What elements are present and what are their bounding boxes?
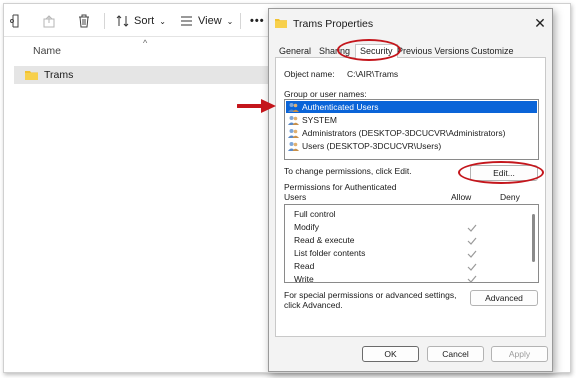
change-permissions-hint: To change permissions, click Edit. [284, 166, 412, 176]
chevron-down-icon: ⌄ [159, 16, 166, 26]
sort-button[interactable]: Sort ⌄ [116, 12, 166, 30]
tab-customize[interactable]: Customize [471, 46, 514, 56]
permissions-for-label: Permissions for Authenticated [284, 182, 397, 192]
object-name-value: C:\AIR\Trams [347, 69, 399, 79]
allow-check-icon [467, 224, 477, 232]
cancel-button[interactable]: Cancel [427, 346, 484, 362]
user-name: Users (DESKTOP-3DCUCVR\Users) [302, 141, 442, 151]
column-header-name[interactable]: Name [33, 45, 61, 57]
list-item-users[interactable]: Users (DESKTOP-3DCUCVR\Users) [286, 140, 537, 152]
permission-write: Write [294, 274, 314, 284]
close-button[interactable]: ✕ [531, 14, 549, 32]
users-group-icon [288, 129, 299, 138]
users-group-icon [288, 103, 299, 112]
file-row[interactable]: Trams [14, 66, 272, 84]
folder-icon [275, 19, 287, 28]
scrollbar-thumb[interactable] [532, 214, 535, 262]
advanced-button[interactable]: Advanced [470, 290, 538, 306]
toolbar-separator [240, 13, 241, 29]
copy-path-icon[interactable] [10, 12, 20, 30]
annotation-circle-edit-button [458, 161, 544, 184]
deny-column-header: Deny [500, 192, 520, 202]
users-group-icon [288, 142, 299, 151]
list-item-administrators[interactable]: Administrators (DESKTOP-3DCUCVR\Administ… [286, 127, 537, 139]
list-item-authenticated-users[interactable]: Authenticated Users [286, 101, 537, 113]
folder-name: Trams [44, 69, 74, 81]
annotation-circle-security-tab [337, 39, 401, 61]
permission-read-execute: Read & execute [294, 235, 355, 245]
tab-general[interactable]: General [279, 46, 311, 56]
user-name: Administrators (DESKTOP-3DCUCVR\Administ… [302, 128, 506, 138]
more-options-button[interactable]: ••• [250, 12, 265, 30]
annotation-arrow-icon [237, 99, 276, 113]
special-permissions-text: For special permissions or advanced sett… [284, 290, 457, 300]
group-user-names-label: Group or user names: [284, 89, 367, 99]
users-group-icon [288, 116, 299, 125]
share-icon[interactable] [42, 12, 56, 30]
view-button[interactable]: View ⌄ [180, 12, 233, 30]
view-label: View [198, 15, 222, 27]
object-name-label: Object name: [284, 69, 335, 79]
sort-ascending-icon: ^ [143, 38, 148, 48]
user-name: SYSTEM [302, 115, 337, 125]
allow-check-icon [467, 263, 477, 271]
dialog-titlebar[interactable]: Trams Properties ✕ [269, 9, 552, 37]
sort-label: Sort [134, 15, 155, 27]
permission-read: Read [294, 261, 315, 271]
allow-check-icon [467, 275, 477, 283]
screenshot-frame: Sort ⌄ View ⌄ ••• ^ Name Trams Trams Pro… [0, 0, 576, 378]
permission-full-control: Full control [294, 209, 336, 219]
properties-dialog: Trams Properties ✕ General Sharing Secur… [268, 8, 553, 372]
dialog-title: Trams Properties [293, 18, 374, 30]
list-item-system[interactable]: SYSTEM [286, 114, 537, 126]
user-name: Authenticated Users [302, 102, 379, 112]
delete-icon[interactable] [78, 12, 90, 30]
tab-previous-versions[interactable]: Previous Versions [397, 46, 469, 56]
special-permissions-text-2: click Advanced. [284, 300, 343, 310]
allow-check-icon [467, 237, 477, 245]
allow-column-header: Allow [451, 192, 472, 202]
sort-icon [116, 15, 129, 27]
permission-list-folder-contents: List folder contents [294, 248, 366, 258]
ok-button[interactable]: OK [362, 346, 419, 362]
toolbar-separator [104, 13, 105, 29]
permissions-for-label-user: Users [284, 192, 307, 202]
permissions-list: Full control Modify Read & execute List … [284, 204, 539, 284]
toolbar-divider [4, 36, 272, 37]
allow-check-icon [467, 250, 477, 258]
permission-modify: Modify [294, 222, 320, 232]
user-list: Authenticated Users SYSTEM Administrator… [284, 99, 539, 160]
chevron-down-icon: ⌄ [226, 16, 234, 26]
folder-icon [25, 71, 38, 80]
view-icon [181, 16, 192, 26]
apply-button[interactable]: Apply [491, 346, 548, 362]
explorer-toolbar: Sort ⌄ View ⌄ ••• [4, 5, 272, 35]
